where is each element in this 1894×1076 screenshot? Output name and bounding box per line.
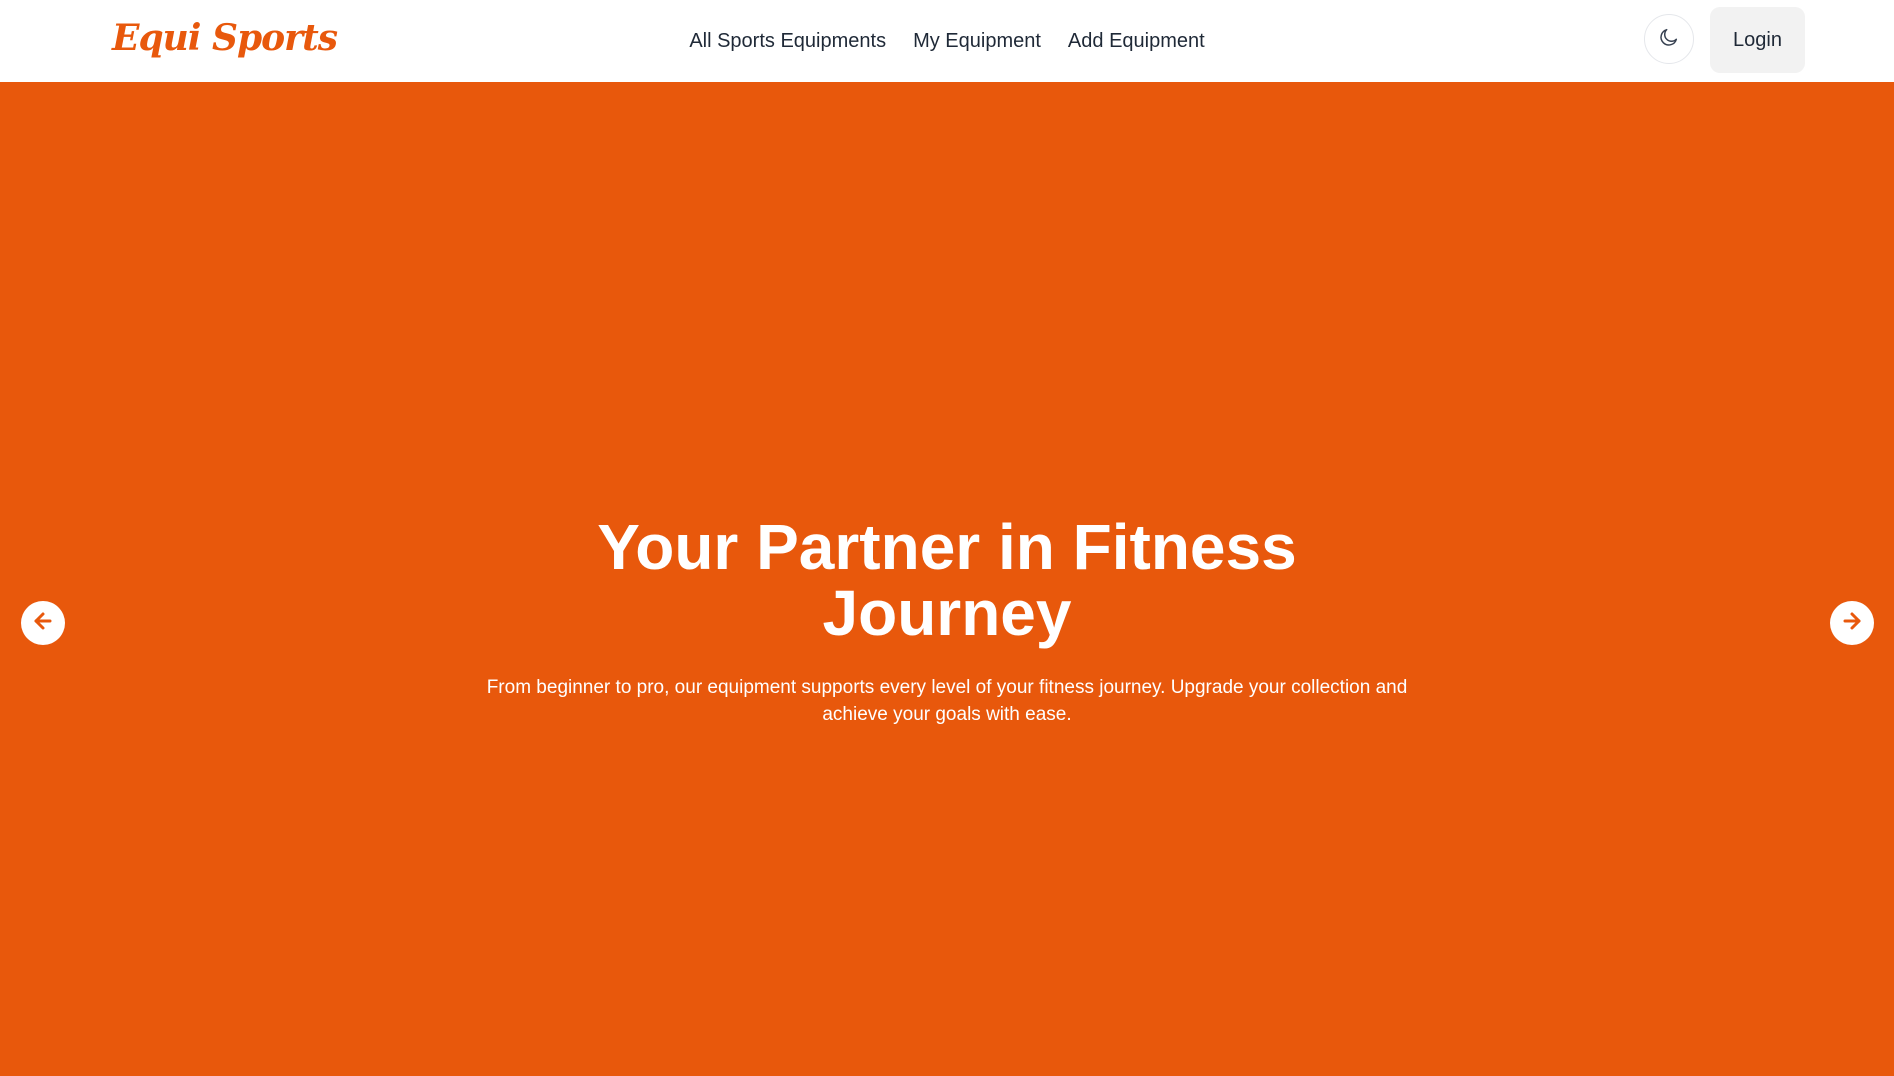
hero-title: Your Partner in Fitness Journey	[597, 511, 1297, 649]
login-button[interactable]: Login	[1710, 7, 1805, 73]
brand-logo[interactable]: Equi Sports	[112, 14, 338, 62]
moon-icon	[1658, 26, 1680, 52]
nav-link-add-equipment[interactable]: Add Equipment	[1068, 30, 1205, 53]
hero-carousel: Your Partner in Fitness Journey From beg…	[0, 82, 1894, 1076]
nav-link-my-equipment[interactable]: My Equipment	[913, 30, 1041, 53]
arrow-right-icon	[1840, 609, 1864, 637]
hero-subtitle: From beginner to pro, our equipment supp…	[486, 677, 1408, 725]
navbar: Equi Sports All Sports Equipments My Equ…	[0, 0, 1894, 82]
carousel-next-button[interactable]	[1830, 601, 1874, 645]
nav-link-all-sports-equipments[interactable]: All Sports Equipments	[689, 30, 886, 53]
theme-toggle-button[interactable]	[1644, 14, 1694, 64]
carousel-prev-button[interactable]	[21, 601, 65, 645]
arrow-left-icon	[31, 609, 55, 637]
